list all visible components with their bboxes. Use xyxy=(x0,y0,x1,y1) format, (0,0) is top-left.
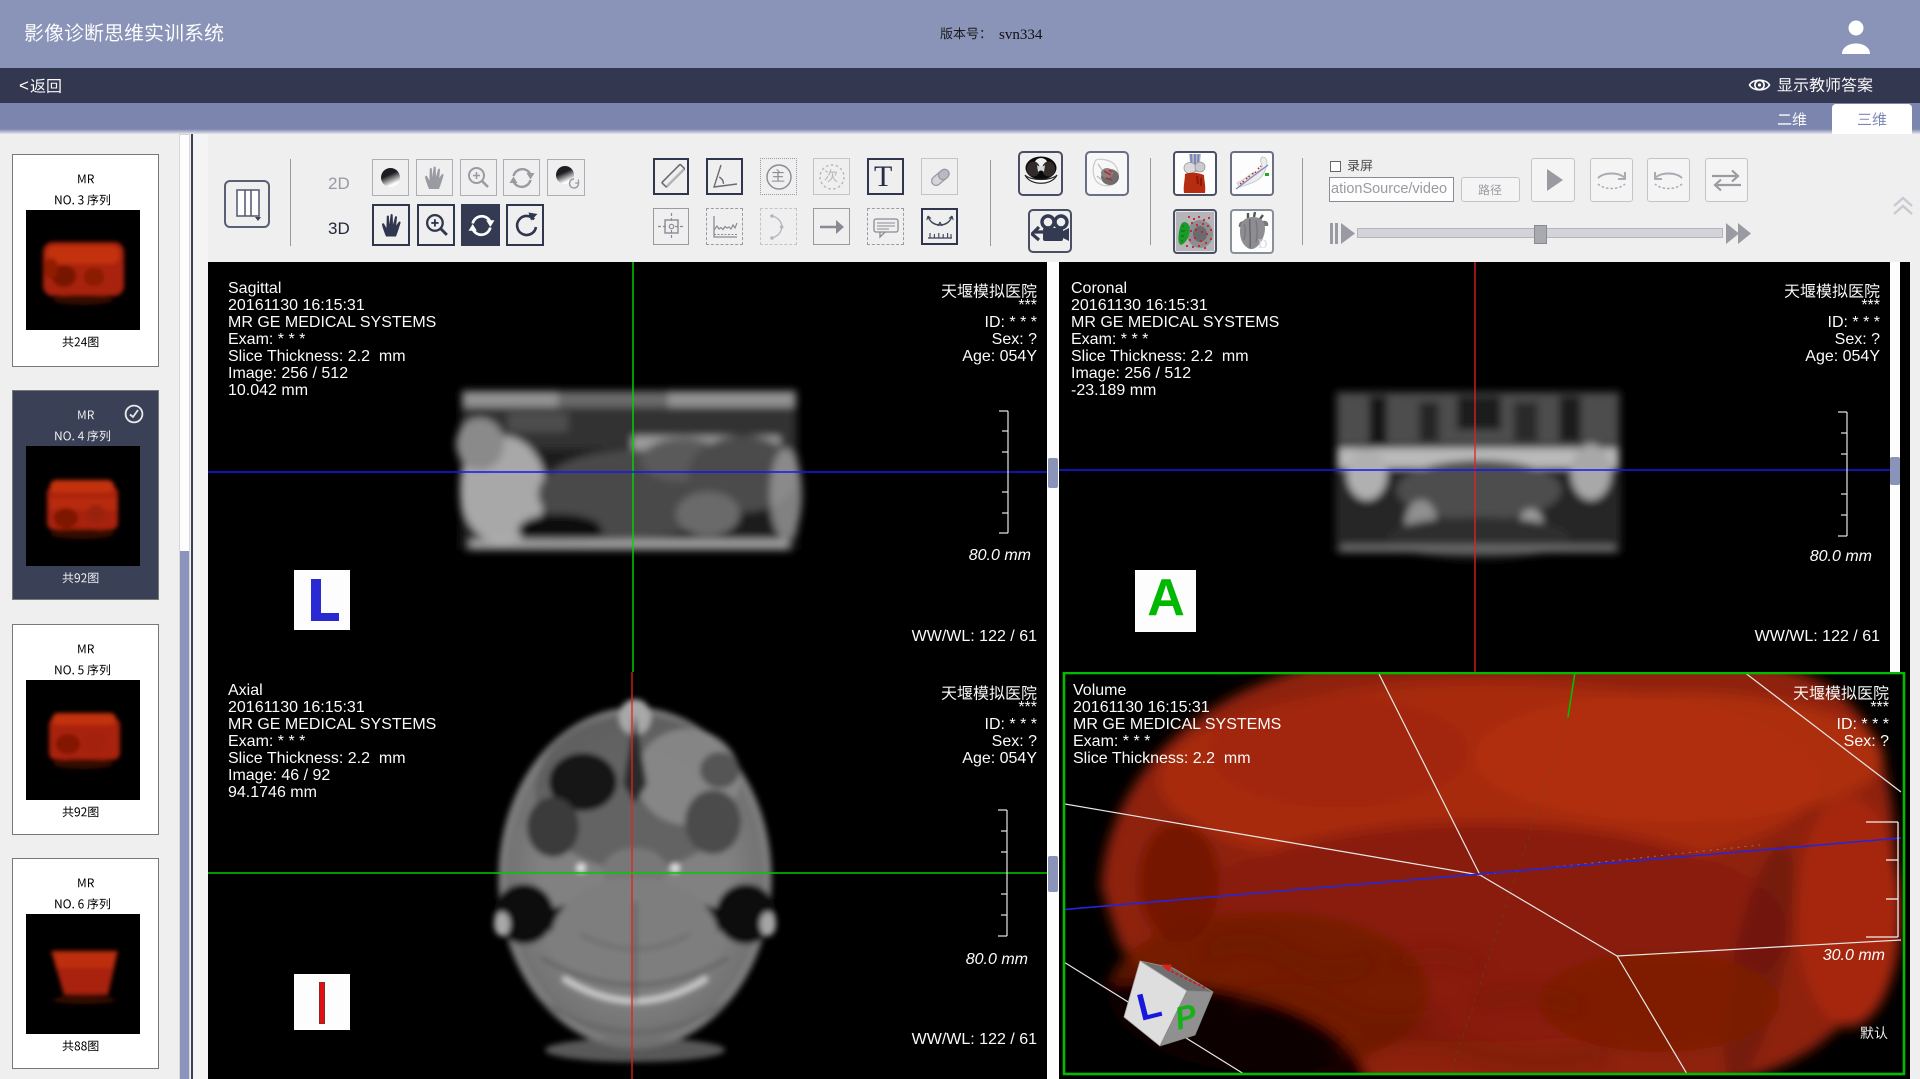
svg-text:D: D xyxy=(1258,236,1267,251)
